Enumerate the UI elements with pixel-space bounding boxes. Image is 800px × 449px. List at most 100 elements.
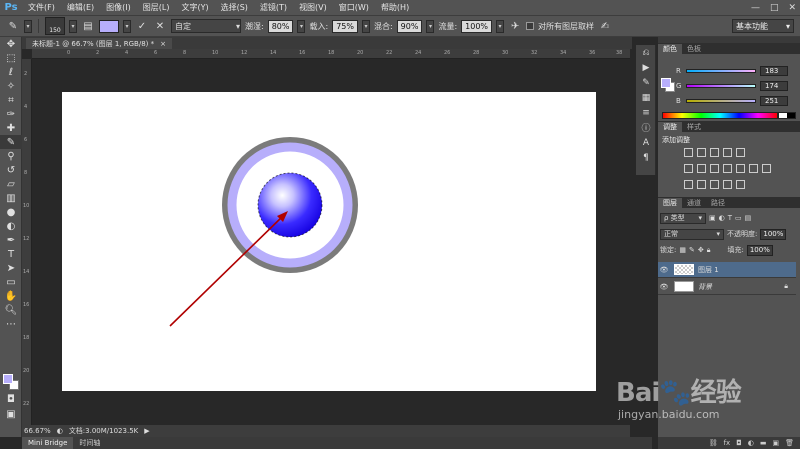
menu-layer[interactable]: 图层(L) xyxy=(137,2,176,13)
vibrance-icon[interactable] xyxy=(684,164,693,173)
ruler-vertical[interactable]: 2 4 6 8 10 12 14 16 18 20 22 xyxy=(22,59,32,425)
clone-stamp-tool-icon[interactable]: ⚲ xyxy=(0,149,22,163)
brush-panel-toggle-icon[interactable]: ▤ xyxy=(81,19,95,33)
workspace-select[interactable]: 基本功能 ▾ xyxy=(732,19,794,33)
close-tab-icon[interactable]: × xyxy=(160,40,166,48)
gradient-tool-icon[interactable]: ▥ xyxy=(0,191,22,205)
brush-preset-dropdown[interactable]: ▾ xyxy=(69,19,77,33)
mixer-brush-tool-icon[interactable]: ✎ xyxy=(6,19,20,33)
wet-field[interactable]: 80% xyxy=(267,19,294,33)
menu-window[interactable]: 窗口(W) xyxy=(333,2,375,13)
menu-filter[interactable]: 滤镜(T) xyxy=(254,2,293,13)
tab-paths[interactable]: 路径 xyxy=(706,198,730,208)
panel-foreground-swatch[interactable] xyxy=(661,78,671,88)
brush-tool-icon[interactable]: ✎ xyxy=(0,135,22,149)
hand-tool-icon[interactable]: ✋ xyxy=(0,289,22,303)
color-lookup-icon[interactable] xyxy=(762,164,771,173)
eraser-tool-icon[interactable]: ▱ xyxy=(0,177,22,191)
lock-pixels-icon[interactable]: ✎ xyxy=(689,246,695,254)
filter-type-icon[interactable]: T xyxy=(728,214,732,222)
black-white-icon[interactable] xyxy=(723,164,732,173)
photo-filter-icon[interactable] xyxy=(736,164,745,173)
load-field[interactable]: 75% xyxy=(332,19,358,33)
trash-icon[interactable]: 🗑︎ xyxy=(785,439,794,447)
link-layers-icon[interactable]: ⛓ xyxy=(709,439,718,447)
properties-panel-icon[interactable]: ≡ xyxy=(636,105,656,120)
healing-brush-tool-icon[interactable]: ✚ xyxy=(0,121,22,135)
tab-styles[interactable]: 样式 xyxy=(682,122,706,132)
foreground-color-swatch[interactable] xyxy=(3,374,13,384)
minimize-button[interactable]: — xyxy=(751,3,760,13)
layer-style-icon[interactable]: fx xyxy=(724,439,731,447)
paragraph-panel-icon[interactable]: ¶ xyxy=(636,150,656,165)
document-canvas[interactable] xyxy=(62,92,596,391)
tab-mini-bridge[interactable]: Mini Bridge xyxy=(22,437,74,449)
color-balance-icon[interactable] xyxy=(710,164,719,173)
mix-field[interactable]: 90% xyxy=(396,19,423,33)
load-brush-icon[interactable]: ✓ xyxy=(135,19,149,33)
actions-panel-icon[interactable]: ▶ xyxy=(636,60,656,75)
character-panel-icon[interactable]: A xyxy=(636,135,656,150)
eye-icon[interactable]: 👁︎ xyxy=(658,283,670,291)
hue-saturation-icon[interactable] xyxy=(697,164,706,173)
tab-timeline[interactable]: 时间轴 xyxy=(73,437,106,449)
curves-icon[interactable] xyxy=(710,148,719,157)
brightness-contrast-icon[interactable] xyxy=(684,148,693,157)
type-tool-icon[interactable]: T xyxy=(0,247,22,261)
filter-adjust-icon[interactable]: ◐ xyxy=(719,214,725,222)
move-tool-icon[interactable]: ✥ xyxy=(0,37,22,51)
exposure-icon[interactable] xyxy=(723,148,732,157)
zoom-level[interactable]: 66.67% xyxy=(24,427,51,435)
brush-preset-picker[interactable]: 150 xyxy=(45,17,65,35)
threshold-icon[interactable] xyxy=(710,180,719,189)
wet-dropdown[interactable]: ▾ xyxy=(297,19,306,33)
quick-mask-icon[interactable]: ◘ xyxy=(0,392,22,406)
marquee-tool-icon[interactable]: ⬚ xyxy=(0,51,22,65)
new-group-icon[interactable]: ▬ xyxy=(760,439,767,447)
menu-image[interactable]: 图像(I) xyxy=(100,2,137,13)
document-canvas-area[interactable] xyxy=(32,59,630,425)
airbrush-icon[interactable]: ✈ xyxy=(508,19,522,33)
crop-tool-icon[interactable]: ⌗ xyxy=(0,93,22,107)
pressure-icon[interactable]: ✍ xyxy=(598,19,612,33)
menu-file[interactable]: 文件(F) xyxy=(22,2,61,13)
filter-smart-icon[interactable]: ▤ xyxy=(745,214,752,222)
clean-brush-icon[interactable]: ✕ xyxy=(153,19,167,33)
document-tab[interactable]: 未标题-1 @ 66.7% (图层 1, RGB/8) * × xyxy=(26,38,172,49)
levels-icon[interactable] xyxy=(697,148,706,157)
blend-mode-select[interactable]: 正常 ▾ xyxy=(660,228,724,240)
layer-row-layer1[interactable]: 👁︎ 图层 1 xyxy=(658,262,796,278)
blur-tool-icon[interactable]: ● xyxy=(0,205,22,219)
tab-adjustments[interactable]: 调整 xyxy=(658,122,682,132)
filter-pixel-icon[interactable]: ▣ xyxy=(709,214,716,222)
brush-presets-icon[interactable]: ▦ xyxy=(636,90,656,105)
history-brush-tool-icon[interactable]: ↺ xyxy=(0,163,22,177)
green-value-field[interactable]: 174 xyxy=(760,81,788,91)
invert-icon[interactable] xyxy=(684,180,693,189)
eyedropper-tool-icon[interactable]: ✑ xyxy=(0,107,22,121)
brush-load-dropdown[interactable]: ▾ xyxy=(123,19,131,33)
more-tools-icon[interactable]: ⋯ xyxy=(0,317,22,331)
history-panel-icon[interactable]: ⎌ xyxy=(636,45,656,60)
lock-transparent-icon[interactable]: ▦ xyxy=(679,246,686,254)
maximize-button[interactable]: □ xyxy=(770,3,779,13)
sample-all-layers-checkbox[interactable] xyxy=(526,22,535,30)
menu-type[interactable]: 文字(Y) xyxy=(175,2,214,13)
new-adjustment-icon[interactable]: ◐ xyxy=(748,439,754,447)
shape-tool-icon[interactable]: ▭ xyxy=(0,275,22,289)
status-menu-arrow-icon[interactable]: ▶ xyxy=(144,427,149,435)
layer-row-background[interactable]: 👁︎ 背景 🔒︎ xyxy=(658,279,796,295)
info-panel-icon[interactable]: ⓘ xyxy=(636,120,656,135)
gradient-map-triangle-icon[interactable] xyxy=(736,148,745,157)
zoom-tool-icon[interactable]: 🔍︎ xyxy=(0,303,22,317)
brush-panel-icon[interactable]: ✎ xyxy=(636,75,656,90)
tab-channels[interactable]: 通道 xyxy=(682,198,706,208)
selective-color-icon[interactable] xyxy=(736,180,745,189)
lock-all-icon[interactable]: 🔒︎ xyxy=(707,246,711,255)
flow-field[interactable]: 100% xyxy=(461,19,493,33)
gradient-map-icon[interactable] xyxy=(723,180,732,189)
opacity-field[interactable]: 100% xyxy=(760,228,787,240)
blue-value-field[interactable]: 251 xyxy=(760,96,788,106)
red-value-field[interactable]: 183 xyxy=(760,66,788,76)
menu-view[interactable]: 视图(V) xyxy=(293,2,333,13)
